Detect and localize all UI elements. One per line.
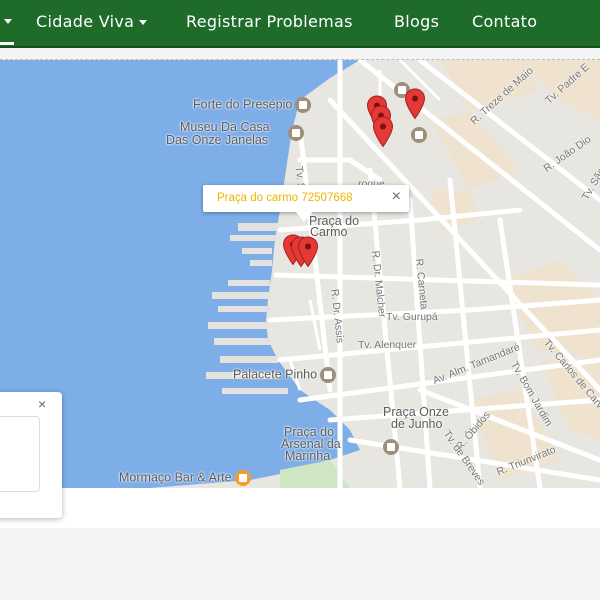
museum-icon xyxy=(288,125,304,141)
nav-item-contato[interactable]: Contato xyxy=(472,0,537,44)
side-panel-card: × xyxy=(0,392,62,518)
museum-icon xyxy=(320,367,337,383)
place-label-text: Museu Da Casa xyxy=(180,120,270,134)
nav-item-label: Registrar Problemas xyxy=(186,12,353,31)
map-marker-icon[interactable] xyxy=(372,116,394,148)
place-label: Palacete Pinho xyxy=(233,367,337,383)
place-label-text: Mormaço Bar & Arte xyxy=(119,470,232,485)
close-icon[interactable]: × xyxy=(392,188,401,206)
street-label-text: Tv. Alenquer xyxy=(358,339,417,351)
navbar: Cidade Viva Registrar Problemas Blogs Co… xyxy=(0,0,600,48)
bar-icon xyxy=(234,470,251,486)
street-label-text: Tv. Gurupá xyxy=(386,311,438,323)
place-label-text: Marinha xyxy=(285,449,331,463)
street-label: Tv. Gurupá xyxy=(386,311,438,323)
map-marker-icon[interactable] xyxy=(297,236,319,268)
chevron-down-icon xyxy=(139,20,148,25)
map-base xyxy=(0,60,600,488)
place-label: de Junho xyxy=(391,418,442,431)
map-infowindow: Praça do carmo 72507668 × xyxy=(203,185,409,222)
map[interactable]: Forte do Presépio Museu Da Casa Das Onze… xyxy=(0,60,600,488)
place-label: Marinha xyxy=(285,450,330,463)
close-icon[interactable]: × xyxy=(38,396,46,412)
museum-icon xyxy=(411,127,427,143)
nav-item-label: Contato xyxy=(472,12,538,31)
nav-item-cidade-viva[interactable]: Cidade Viva xyxy=(36,0,148,44)
map-footer-area xyxy=(0,488,600,528)
nav-item-label: Blogs xyxy=(394,12,440,31)
active-indicator xyxy=(0,42,14,45)
monument-icon xyxy=(383,439,399,455)
nav-item-blogs[interactable]: Blogs xyxy=(394,0,439,44)
map-marker-icon[interactable] xyxy=(404,88,426,120)
place-label: Das Onze Janelas xyxy=(166,134,268,147)
place-label-text: Palacete Pinho xyxy=(233,367,318,382)
place-label: Mormaço Bar & Arte xyxy=(119,470,251,486)
chevron-down-icon[interactable] xyxy=(4,19,12,24)
place-label-text: Das Onze Janelas xyxy=(166,133,269,147)
place-label-text: de Junho xyxy=(391,417,443,431)
place-label-text: Forte do Presépio xyxy=(193,97,293,112)
infowindow-tail xyxy=(296,212,312,222)
text-input-box[interactable] xyxy=(0,416,40,492)
nav-item-registrar-problemas[interactable]: Registrar Problemas xyxy=(186,0,353,44)
infowindow-text: Praça do carmo 72507668 xyxy=(217,192,353,204)
nav-item-label: Cidade Viva xyxy=(36,12,135,31)
place-label: Forte do Presépio xyxy=(193,97,312,113)
street-label: Tv. Alenquer xyxy=(358,339,416,351)
museum-icon xyxy=(295,97,312,113)
